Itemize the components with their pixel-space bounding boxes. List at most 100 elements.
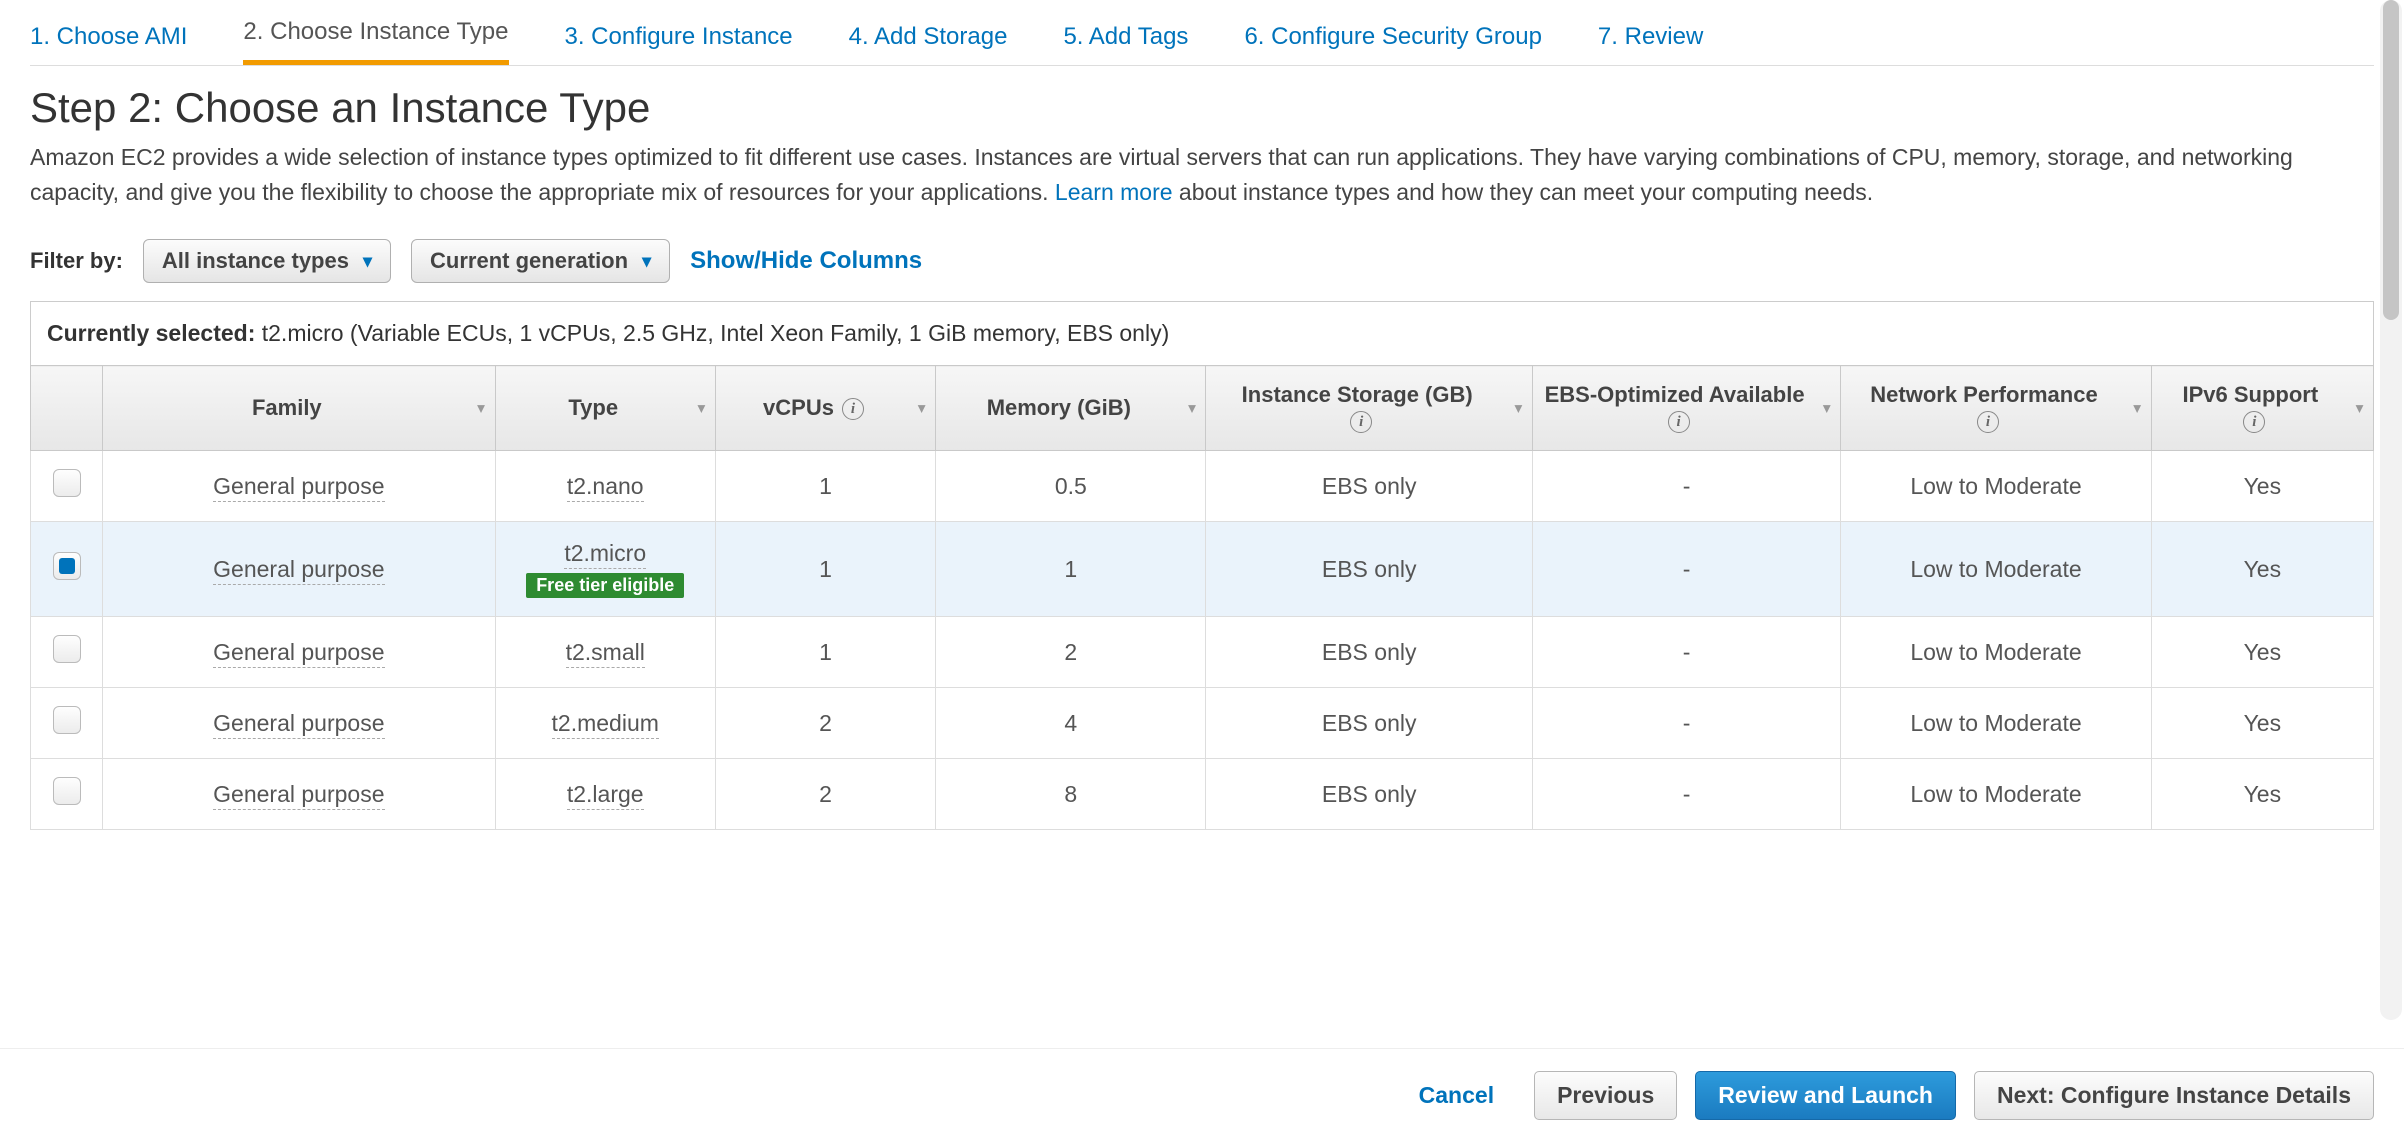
learn-more-link[interactable]: Learn more <box>1055 179 1173 205</box>
cell-storage: EBS only <box>1206 617 1532 688</box>
table-row[interactable]: General purposet2.nano10.5EBS only-Low t… <box>31 451 2374 522</box>
show-hide-columns-link[interactable]: Show/Hide Columns <box>690 247 922 275</box>
sort-icon: ▾ <box>918 400 925 417</box>
col-memory[interactable]: Memory (GiB)▾ <box>936 366 1206 451</box>
cell-type: t2.large <box>495 759 715 830</box>
type-text: t2.small <box>566 639 645 668</box>
cell-ipv6: Yes <box>2151 759 2373 830</box>
filter-label: Filter by: <box>30 248 123 274</box>
sort-icon: ▾ <box>2134 400 2141 417</box>
filter-generation-dropdown[interactable]: Current generation ▾ <box>411 239 670 283</box>
cell-vcpus: 2 <box>715 759 935 830</box>
cell-memory: 1 <box>936 522 1206 617</box>
cell-network: Low to Moderate <box>1841 688 2151 759</box>
cell-checkbox[interactable] <box>31 617 103 688</box>
chevron-down-icon: ▾ <box>363 251 372 272</box>
wizard-step-7[interactable]: 7. Review <box>1598 23 1703 65</box>
divider <box>30 65 2374 66</box>
row-checkbox[interactable] <box>53 777 81 805</box>
cell-vcpus: 2 <box>715 688 935 759</box>
cell-family: General purpose <box>103 688 496 759</box>
desc-text-b: about instance types and how they can me… <box>1173 179 1874 205</box>
family-text: General purpose <box>213 710 384 739</box>
cell-checkbox[interactable] <box>31 451 103 522</box>
cell-family: General purpose <box>103 451 496 522</box>
table-row[interactable]: General purposet2.small12EBS only-Low to… <box>31 617 2374 688</box>
cell-storage: EBS only <box>1206 759 1532 830</box>
cell-memory: 2 <box>936 617 1206 688</box>
free-tier-badge: Free tier eligible <box>526 573 684 598</box>
sort-icon: ▾ <box>1188 400 1195 417</box>
wizard-step-6[interactable]: 6. Configure Security Group <box>1244 23 1541 65</box>
scrollbar[interactable] <box>2380 0 2402 1020</box>
sort-icon: ▾ <box>698 400 705 417</box>
wizard-steps: 1. Choose AMI2. Choose Instance Type3. C… <box>30 0 2374 65</box>
info-icon[interactable]: i <box>1350 411 1372 433</box>
scrollbar-thumb[interactable] <box>2383 0 2399 320</box>
table-row[interactable]: General purpose t2.micro Free tier eligibl… <box>31 522 2374 617</box>
col-type[interactable]: Type▾ <box>495 366 715 451</box>
info-icon[interactable]: i <box>1668 411 1690 433</box>
family-text: General purpose <box>213 473 384 502</box>
page-title: Step 2: Choose an Instance Type <box>30 84 2374 132</box>
info-icon[interactable]: i <box>842 398 864 420</box>
page-description: Amazon EC2 provides a wide selection of … <box>30 140 2340 209</box>
cell-family: General purpose <box>103 522 496 617</box>
cell-memory: 0.5 <box>936 451 1206 522</box>
table-row[interactable]: General purposet2.medium24EBS only-Low t… <box>31 688 2374 759</box>
chevron-down-icon: ▾ <box>642 251 651 272</box>
row-checkbox[interactable] <box>53 552 81 580</box>
previous-button[interactable]: Previous <box>1534 1071 1677 1120</box>
wizard-step-5[interactable]: 5. Add Tags <box>1063 23 1188 65</box>
wizard-step-1[interactable]: 1. Choose AMI <box>30 23 187 65</box>
cell-type: t2.micro Free tier eligible <box>495 522 715 617</box>
cell-family: General purpose <box>103 759 496 830</box>
wizard-step-3[interactable]: 3. Configure Instance <box>565 23 793 65</box>
cell-checkbox[interactable] <box>31 759 103 830</box>
sort-icon: ▾ <box>2356 400 2363 417</box>
row-checkbox[interactable] <box>53 469 81 497</box>
cell-type: t2.small <box>495 617 715 688</box>
cell-vcpus: 1 <box>715 451 935 522</box>
cell-memory: 8 <box>936 759 1206 830</box>
review-and-launch-button[interactable]: Review and Launch <box>1695 1071 1956 1120</box>
cell-ebs: - <box>1532 451 1840 522</box>
wizard-step-4[interactable]: 4. Add Storage <box>849 23 1008 65</box>
cell-type: t2.medium <box>495 688 715 759</box>
info-icon[interactable]: i <box>1977 411 1999 433</box>
cell-ipv6: Yes <box>2151 522 2373 617</box>
type-text: t2.large <box>567 781 644 810</box>
col-ebs[interactable]: EBS-Optimized Available i▾ <box>1532 366 1840 451</box>
filter-instance-types-dropdown[interactable]: All instance types ▾ <box>143 239 391 283</box>
family-text: General purpose <box>213 556 384 585</box>
family-text: General purpose <box>213 639 384 668</box>
cell-checkbox[interactable] <box>31 522 103 617</box>
col-checkbox[interactable] <box>31 366 103 451</box>
info-icon[interactable]: i <box>2243 411 2265 433</box>
cell-ipv6: Yes <box>2151 617 2373 688</box>
footer-actions: Cancel Previous Review and Launch Next: … <box>0 1048 2404 1142</box>
cell-checkbox[interactable] <box>31 688 103 759</box>
next-button[interactable]: Next: Configure Instance Details <box>1974 1071 2374 1120</box>
col-vcpus[interactable]: vCPUsi▾ <box>715 366 935 451</box>
type-text: t2.medium <box>552 710 659 739</box>
cell-storage: EBS only <box>1206 451 1532 522</box>
row-checkbox[interactable] <box>53 635 81 663</box>
type-text: t2.nano <box>567 473 644 502</box>
cell-family: General purpose <box>103 617 496 688</box>
currently-selected-banner: Currently selected: t2.micro (Variable E… <box>30 301 2374 365</box>
col-network[interactable]: Network Performancei▾ <box>1841 366 2151 451</box>
col-family[interactable]: Family▾ <box>103 366 496 451</box>
col-storage[interactable]: Instance Storage (GB)i▾ <box>1206 366 1532 451</box>
col-ipv6[interactable]: IPv6 Supporti▾ <box>2151 366 2373 451</box>
cell-storage: EBS only <box>1206 688 1532 759</box>
sort-icon: ▾ <box>1515 400 1522 417</box>
currently-selected-label: Currently selected: <box>47 320 255 346</box>
cancel-button[interactable]: Cancel <box>1397 1072 1516 1119</box>
table-row[interactable]: General purposet2.large28EBS only-Low to… <box>31 759 2374 830</box>
type-text: t2.micro <box>564 540 646 569</box>
cell-ebs: - <box>1532 522 1840 617</box>
cell-network: Low to Moderate <box>1841 522 2151 617</box>
row-checkbox[interactable] <box>53 706 81 734</box>
currently-selected-value: t2.micro (Variable ECUs, 1 vCPUs, 2.5 GH… <box>255 320 1169 346</box>
